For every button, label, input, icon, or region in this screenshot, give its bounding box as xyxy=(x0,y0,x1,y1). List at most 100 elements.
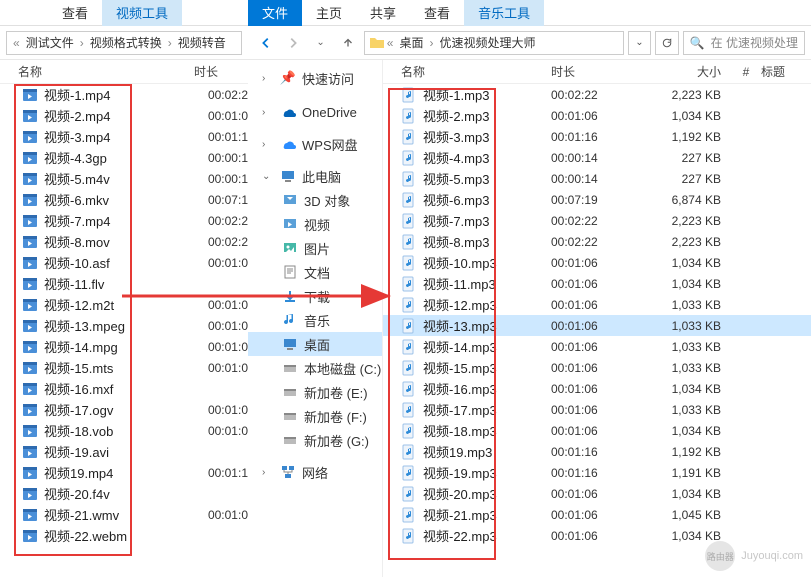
nav-forward[interactable] xyxy=(281,31,304,55)
tree-item[interactable]: 新加卷 (G:) xyxy=(248,428,382,452)
file-row[interactable]: 视频-2.mp300:01:061,034 KB xyxy=(383,105,811,126)
col-size[interactable]: 大小 xyxy=(641,63,731,80)
ribbon-right: 文件 主页 共享 查看 音乐工具 xyxy=(248,0,811,26)
file-row[interactable]: 视频-6.mkv00:07:1 xyxy=(0,189,248,210)
file-row[interactable]: 视频-14.mp300:01:061,033 KB xyxy=(383,336,811,357)
tree-wps[interactable]: ›WPS网盘 xyxy=(248,132,382,156)
file-row[interactable]: 视频-13.mpeg00:01:0 xyxy=(0,315,248,336)
col-name[interactable]: 名称 xyxy=(18,63,194,80)
file-duration: 00:01:06 xyxy=(551,340,641,354)
file-row[interactable]: 视频-14.mpg00:01:0 xyxy=(0,336,248,357)
file-row[interactable]: 视频-22.webm xyxy=(0,525,248,546)
file-row[interactable]: 视频-4.3gp00:00:1 xyxy=(0,147,248,168)
file-name: 视频-13.mp3 xyxy=(423,316,551,335)
file-row[interactable]: 视频-18.vob00:01:0 xyxy=(0,420,248,441)
nav-recent[interactable]: ⌄ xyxy=(309,31,332,55)
file-row[interactable]: 视频-15.mp300:01:061,033 KB xyxy=(383,357,811,378)
tab-share[interactable]: 共享 xyxy=(356,0,410,26)
file-row[interactable]: 视频-16.mxf xyxy=(0,378,248,399)
tab-home[interactable]: 主页 xyxy=(302,0,356,26)
tree-item[interactable]: 新加卷 (F:) xyxy=(248,404,382,428)
tree-onedrive[interactable]: ›OneDrive xyxy=(248,100,382,124)
breadcrumb-right[interactable]: « 桌面› 优速视频处理大师 xyxy=(364,31,624,55)
file-row[interactable]: 视频-5.mp300:00:14227 KB xyxy=(383,168,811,189)
file-row[interactable]: 视频-11.mp300:01:061,034 KB xyxy=(383,273,811,294)
tab-video-tools[interactable]: 视频工具 xyxy=(102,0,182,26)
watermark-logo: 路由器 xyxy=(705,541,735,571)
file-row[interactable]: 视频-10.asf00:01:0 xyxy=(0,252,248,273)
tab-file[interactable]: 文件 xyxy=(248,0,302,26)
file-row[interactable]: 视频-21.wmv00:01:0 xyxy=(0,504,248,525)
file-row[interactable]: 视频-6.mp300:07:196,874 KB xyxy=(383,189,811,210)
file-row[interactable]: 视频-3.mp300:01:161,192 KB xyxy=(383,126,811,147)
file-row[interactable]: 视频-7.mp400:02:2 xyxy=(0,210,248,231)
nav-back[interactable] xyxy=(254,31,277,55)
file-duration: 00:01:06 xyxy=(551,382,641,396)
file-row[interactable]: 视频-1.mp400:02:2 xyxy=(0,84,248,105)
tree-item[interactable]: 下载 xyxy=(248,284,382,308)
file-row[interactable]: 视频-4.mp300:00:14227 KB xyxy=(383,147,811,168)
tree-this-pc[interactable]: ⌄此电脑 xyxy=(248,164,382,188)
col-name[interactable]: 名称 xyxy=(401,63,551,80)
tree-item-icon xyxy=(282,240,298,256)
col-num[interactable]: # xyxy=(731,65,761,79)
col-title[interactable]: 标题 xyxy=(761,63,811,80)
tab-music-tools[interactable]: 音乐工具 xyxy=(464,0,544,26)
file-row[interactable]: 视频-12.m2t00:01:0 xyxy=(0,294,248,315)
file-row[interactable]: 视频-7.mp300:02:222,223 KB xyxy=(383,210,811,231)
col-duration[interactable]: 时长 xyxy=(551,63,641,80)
file-row[interactable]: 视频-3.mp400:01:1 xyxy=(0,126,248,147)
file-row[interactable]: 视频-17.ogv00:01:0 xyxy=(0,399,248,420)
file-row[interactable]: 视频-20.f4v xyxy=(0,483,248,504)
tree-item-label: 桌面 xyxy=(304,335,330,354)
file-name: 视频-6.mp3 xyxy=(423,190,551,209)
tree-item[interactable]: 桌面 xyxy=(248,332,382,356)
file-name: 视频-18.vob xyxy=(44,421,194,440)
tree-item[interactable]: 音乐 xyxy=(248,308,382,332)
file-row[interactable]: 视频-10.mp300:01:061,034 KB xyxy=(383,252,811,273)
file-row[interactable]: 视频-15.mts00:01:0 xyxy=(0,357,248,378)
video-file-icon xyxy=(22,444,38,460)
tree-item[interactable]: 文档 xyxy=(248,260,382,284)
search-box[interactable]: 🔍 在 优速视频处理 xyxy=(683,31,805,55)
file-row[interactable]: 视频-1.mp300:02:222,223 KB xyxy=(383,84,811,105)
file-name: 视频-1.mp4 xyxy=(44,85,194,104)
tree-quick-access[interactable]: ›📌快速访问 xyxy=(248,66,382,90)
tree-item[interactable]: 视频 xyxy=(248,212,382,236)
file-size: 6,874 KB xyxy=(641,193,731,207)
file-row[interactable]: 视频-20.mp300:01:061,034 KB xyxy=(383,483,811,504)
file-row[interactable]: 视频-16.mp300:01:061,034 KB xyxy=(383,378,811,399)
tab-view[interactable]: 查看 xyxy=(410,0,464,26)
file-row[interactable]: 视频-12.mp300:01:061,033 KB xyxy=(383,294,811,315)
tree-item[interactable]: 3D 对象 xyxy=(248,188,382,212)
star-icon: 📌 xyxy=(280,70,296,86)
file-row[interactable]: 视频-8.mp300:02:222,223 KB xyxy=(383,231,811,252)
file-row[interactable]: 视频19.mp300:01:161,192 KB xyxy=(383,441,811,462)
nav-refresh[interactable] xyxy=(655,31,678,55)
audio-file-icon xyxy=(401,528,417,544)
file-row[interactable]: 视频-11.flv xyxy=(0,273,248,294)
file-row[interactable]: 视频-19.mp300:01:161,191 KB xyxy=(383,462,811,483)
tab-view[interactable]: 查看 xyxy=(48,0,102,26)
file-row[interactable]: 视频-8.mov00:02:2 xyxy=(0,231,248,252)
breadcrumb-left[interactable]: « 测试文件› 视频格式转换› 视频转音 xyxy=(6,31,242,55)
tree-item[interactable]: 新加卷 (E:) xyxy=(248,380,382,404)
tree-network[interactable]: ›网络 xyxy=(248,460,382,484)
file-row[interactable]: 视频-19.avi xyxy=(0,441,248,462)
file-row[interactable]: 视频-13.mp300:01:061,033 KB xyxy=(383,315,811,336)
file-size: 1,192 KB xyxy=(641,130,731,144)
file-row[interactable]: 视频-2.mp400:01:0 xyxy=(0,105,248,126)
file-row[interactable]: 视频-17.mp300:01:061,033 KB xyxy=(383,399,811,420)
file-row[interactable]: 视频19.mp400:01:1 xyxy=(0,462,248,483)
tree-item[interactable]: 图片 xyxy=(248,236,382,260)
file-row[interactable]: 视频-5.m4v00:00:1 xyxy=(0,168,248,189)
tree-item[interactable]: 本地磁盘 (C:) xyxy=(248,356,382,380)
file-row[interactable]: 视频-18.mp300:01:061,034 KB xyxy=(383,420,811,441)
file-name: 视频-16.mp3 xyxy=(423,379,551,398)
nav-dropdown[interactable]: ⌄ xyxy=(628,31,651,55)
file-row[interactable]: 视频-21.mp300:01:061,045 KB xyxy=(383,504,811,525)
nav-up[interactable] xyxy=(336,31,359,55)
file-size: 2,223 KB xyxy=(641,214,731,228)
col-duration[interactable]: 时长 xyxy=(194,63,248,80)
video-file-icon xyxy=(22,360,38,376)
